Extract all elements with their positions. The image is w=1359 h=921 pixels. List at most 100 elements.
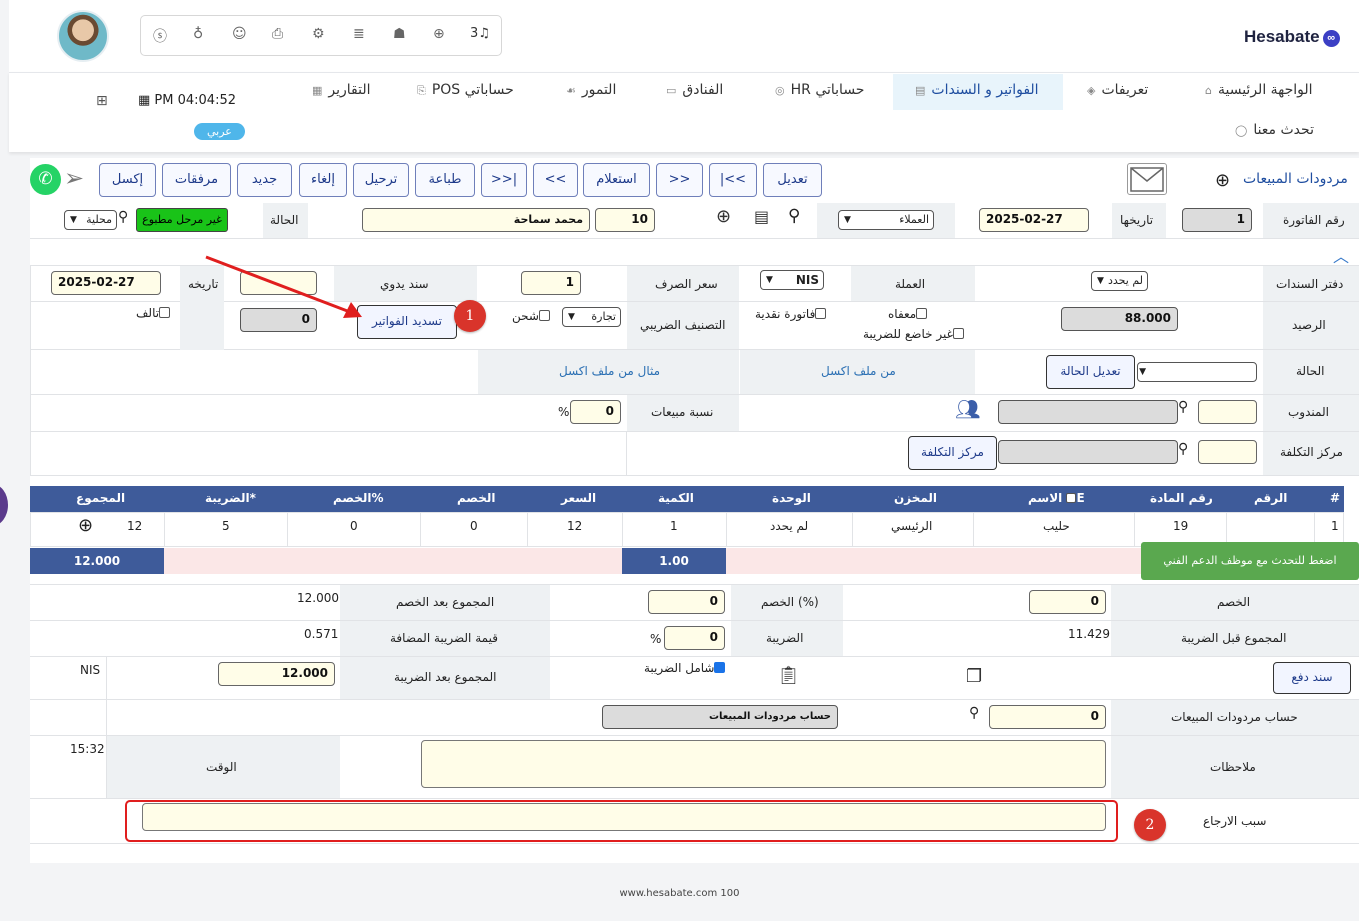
- shipping-checkbox[interactable]: شحن: [512, 309, 550, 323]
- users-group-icon[interactable]: ☺: [232, 26, 247, 42]
- damaged-check[interactable]: [159, 307, 171, 318]
- excel-sample-link[interactable]: مثال من ملف اكسل: [559, 364, 660, 378]
- customer-name-field[interactable]: محمد سماحة: [362, 208, 590, 232]
- customer-type-select[interactable]: العملاء ▼: [838, 210, 934, 230]
- disc-pct-field[interactable]: 0: [648, 590, 725, 614]
- cell-unit[interactable]: لم يحدد: [770, 519, 808, 533]
- printer-icon[interactable]: ⎙: [272, 26, 283, 42]
- nav-dates[interactable]: التمور☙: [566, 82, 616, 98]
- shipping-label: شحن: [512, 309, 539, 323]
- currency-select[interactable]: NIS ▼: [760, 270, 824, 290]
- date-field[interactable]: 2025-02-27: [979, 208, 1089, 232]
- payment-voucher-button[interactable]: سند دفع: [1273, 662, 1351, 694]
- mail-icon[interactable]: [1127, 163, 1167, 195]
- excel-import-link[interactable]: من ملف اكسل: [821, 364, 896, 378]
- account-search-icon[interactable]: ⚲: [969, 705, 979, 721]
- exempt-checkbox[interactable]: معفاه: [888, 307, 928, 321]
- collapse-up-icon[interactable]: ︿: [1333, 243, 1349, 267]
- nav-pos[interactable]: حساباتي POS⎘: [417, 82, 514, 98]
- shipping-check[interactable]: [538, 310, 550, 321]
- post-button[interactable]: ترحيل: [353, 163, 409, 197]
- cash-invoice-checkbox[interactable]: فاتورة نقدية: [755, 307, 827, 321]
- cell-name[interactable]: حليب: [1043, 519, 1070, 533]
- invoice-no-field[interactable]: 1: [1182, 208, 1252, 232]
- not-taxable-checkbox[interactable]: غير خاضع للضريبة: [863, 327, 964, 341]
- excel-button[interactable]: إكسل: [99, 163, 156, 197]
- customer-code-field[interactable]: 10: [595, 208, 655, 232]
- search-icon[interactable]: ⚲: [788, 206, 800, 226]
- edit-state-button[interactable]: تعديل الحالة: [1046, 355, 1135, 389]
- print-button[interactable]: طباعة: [415, 163, 475, 197]
- tax-field[interactable]: 0: [664, 626, 725, 650]
- support-chat-chip[interactable]: اضغط للتحدث مع موظف الدعم الفني: [1141, 542, 1359, 580]
- book-select[interactable]: لم يحدد ▼: [1091, 271, 1148, 291]
- cell-discount[interactable]: 0: [470, 519, 478, 533]
- sales-pct-field[interactable]: 0: [570, 400, 621, 424]
- app-logo[interactable]: Hesabate ∞: [1244, 27, 1340, 47]
- whatsapp-icon[interactable]: ✆: [30, 164, 61, 195]
- locality-select[interactable]: محلية ▼: [64, 210, 117, 230]
- nav-home[interactable]: الواجهة الرئيسية⌂: [1205, 82, 1313, 98]
- rate-field[interactable]: 1: [521, 271, 581, 295]
- discount-field[interactable]: 0: [1029, 590, 1106, 614]
- nav-hr[interactable]: حساباتي HR◎: [775, 82, 864, 98]
- document-icon[interactable]: ▤: [754, 207, 769, 226]
- next-button[interactable]: <<: [533, 163, 578, 197]
- add-customer-icon[interactable]: ⊕: [716, 206, 731, 227]
- side-tab[interactable]: [0, 484, 8, 526]
- cell-tax[interactable]: 5: [222, 519, 230, 533]
- cost-center-button[interactable]: مركز التكلفة: [908, 436, 997, 470]
- cost-center-code-field[interactable]: [1198, 440, 1257, 464]
- tax-class-select[interactable]: تجارة ▼: [562, 307, 621, 327]
- damaged-checkbox[interactable]: تالف: [136, 306, 171, 320]
- cancel-button[interactable]: إلغاء: [299, 163, 347, 197]
- cell-discount-pct[interactable]: 0: [350, 519, 358, 533]
- manual-date-field[interactable]: 2025-02-27: [51, 271, 161, 295]
- exempt-check[interactable]: [916, 308, 928, 319]
- query-button[interactable]: استعلام: [583, 163, 650, 197]
- nav-hotels[interactable]: الفنادق▭: [666, 82, 723, 98]
- incl-tax-check[interactable]: [714, 662, 726, 673]
- cell-item-no[interactable]: 19: [1173, 519, 1188, 533]
- add-row-icon[interactable]: ⊕: [78, 515, 93, 536]
- cell-price[interactable]: 12: [567, 519, 582, 533]
- plus-circle-icon[interactable]: ⊕: [433, 26, 445, 42]
- money-bag-icon[interactable]: ♁: [193, 26, 203, 42]
- cost-center-search-icon[interactable]: ⚲: [1178, 441, 1188, 457]
- cell-qty[interactable]: 1: [670, 519, 678, 533]
- android-icon[interactable]: ☗: [393, 26, 406, 42]
- nav-invoices[interactable]: الفواتير و السندات▤: [915, 82, 1039, 98]
- cash-invoice-check[interactable]: [815, 308, 827, 319]
- rep-code-field[interactable]: [1198, 400, 1257, 424]
- copy-icon[interactable]: ❐: [966, 666, 982, 687]
- cell-store[interactable]: الرئيسي: [891, 519, 932, 533]
- status-search-icon[interactable]: ⚲: [118, 209, 128, 225]
- nav-reports[interactable]: التقارير▦: [312, 82, 371, 98]
- attachments-button[interactable]: مرفقات: [162, 163, 231, 197]
- database-icon[interactable]: ≣: [353, 26, 365, 42]
- nav-chat[interactable]: تحدث معنا◯: [1235, 122, 1314, 138]
- incl-tax-checkbox[interactable]: شامل الضريبة: [644, 661, 726, 675]
- state-select[interactable]: ▼: [1137, 362, 1257, 382]
- clipboard-icon[interactable]: 📋︎: [777, 665, 800, 686]
- users-group-icon[interactable]: 👥︎: [955, 397, 980, 421]
- not-taxable-check[interactable]: [952, 328, 964, 339]
- nav-definitions[interactable]: تعريفات◈: [1087, 82, 1148, 98]
- account-code-field[interactable]: 0: [989, 705, 1106, 729]
- col-name-check[interactable]: [1066, 493, 1077, 503]
- dollar-circle-icon[interactable]: ⓢ: [153, 26, 167, 46]
- new-button[interactable]: جديد: [237, 163, 292, 197]
- send-icon[interactable]: ➢: [64, 164, 84, 192]
- user-avatar[interactable]: [57, 10, 109, 62]
- calculator-icon[interactable]: ⊞: [96, 93, 108, 109]
- gears-icon[interactable]: ⚙: [312, 26, 325, 42]
- prev-button[interactable]: >>: [656, 163, 703, 197]
- edit-button[interactable]: تعديل: [763, 163, 822, 197]
- notes-textarea[interactable]: [421, 740, 1106, 788]
- first-button[interactable]: |<<: [709, 163, 757, 197]
- notification-bell[interactable]: 3♫: [470, 26, 490, 41]
- language-toggle[interactable]: عربي: [194, 123, 245, 140]
- rep-search-icon[interactable]: ⚲: [1178, 399, 1188, 415]
- add-icon[interactable]: ⊕: [1215, 170, 1230, 191]
- last-button[interactable]: >>|: [481, 163, 527, 197]
